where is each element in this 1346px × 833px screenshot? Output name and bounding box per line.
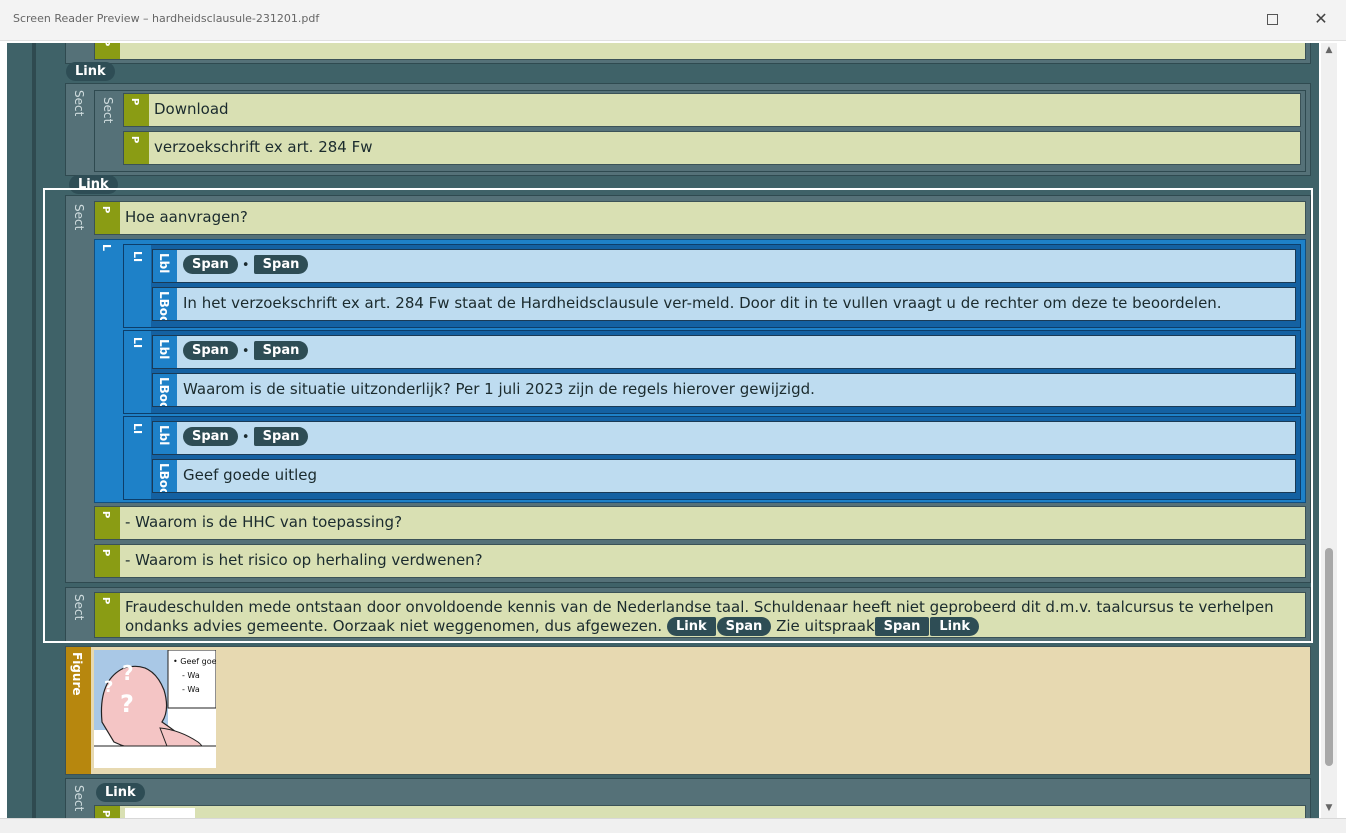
close-button[interactable]: ✕	[1309, 8, 1333, 30]
svg-text:- Wa: - Wa	[182, 685, 200, 694]
svg-text:?: ?	[104, 677, 113, 696]
scroll-down-icon[interactable]: ▼	[1321, 803, 1337, 813]
window-title: Screen Reader Preview – hardheidsclausul…	[13, 12, 320, 25]
title-bar: Screen Reader Preview – hardheidsclausul…	[0, 0, 1346, 41]
p-partial[interactable]: P	[94, 43, 1306, 60]
svg-text:?: ?	[122, 661, 134, 685]
sect-inner-download[interactable]: Sect P Download P verzoekschrift ex art.…	[94, 90, 1306, 172]
outer-tree-line	[32, 43, 36, 818]
vertical-scrollbar[interactable]: ▲ ▼	[1321, 43, 1337, 818]
tag-tree-viewport[interactable]: P Link Sect Sect P Download P verzoeksch…	[7, 43, 1319, 818]
svg-text:?: ?	[120, 690, 134, 718]
svg-text:- Wa: - Wa	[182, 671, 200, 680]
selection-highlight	[43, 188, 1313, 643]
p-verzoekschrift[interactable]: P verzoekschrift ex art. 284 Fw	[123, 131, 1301, 165]
scroll-up-icon[interactable]: ▲	[1321, 45, 1337, 55]
figure-thumbnail: ? ? ? • Geef goe - Wa - Wa	[94, 650, 216, 768]
sect-download[interactable]: Sect Sect P Download P verzoekschrift ex…	[65, 83, 1311, 176]
close-icon: ✕	[1314, 9, 1328, 28]
maximize-icon	[1266, 14, 1278, 25]
svg-text:• Geef goe: • Geef goe	[173, 657, 216, 666]
p-verzoekschrift-text: verzoekschrift ex art. 284 Fw	[154, 138, 373, 156]
sect-label: Sect	[101, 97, 115, 124]
sect-bottom-partial[interactable]: Sect Link P	[65, 778, 1311, 818]
sect-top-partial[interactable]: P	[65, 43, 1311, 64]
figure-illustration: ? ? ? • Geef goe - Wa - Wa	[94, 650, 216, 768]
link-tag[interactable]: Link	[96, 783, 145, 802]
link-tag[interactable]: Link	[66, 62, 115, 81]
figure-element[interactable]: Figure ? ? ? • Geef goe - Wa - Wa	[65, 646, 1311, 775]
sect-label: Sect	[72, 785, 86, 812]
sect-label: Sect	[72, 90, 86, 117]
p-download[interactable]: P Download	[123, 93, 1301, 127]
p-download-text: Download	[154, 100, 229, 118]
maximize-button[interactable]	[1260, 8, 1284, 30]
scrollbar-thumb[interactable]	[1325, 548, 1333, 766]
partial-image	[125, 808, 195, 818]
status-bar	[0, 818, 1346, 833]
p-partial-bottom[interactable]: P	[94, 805, 1306, 818]
